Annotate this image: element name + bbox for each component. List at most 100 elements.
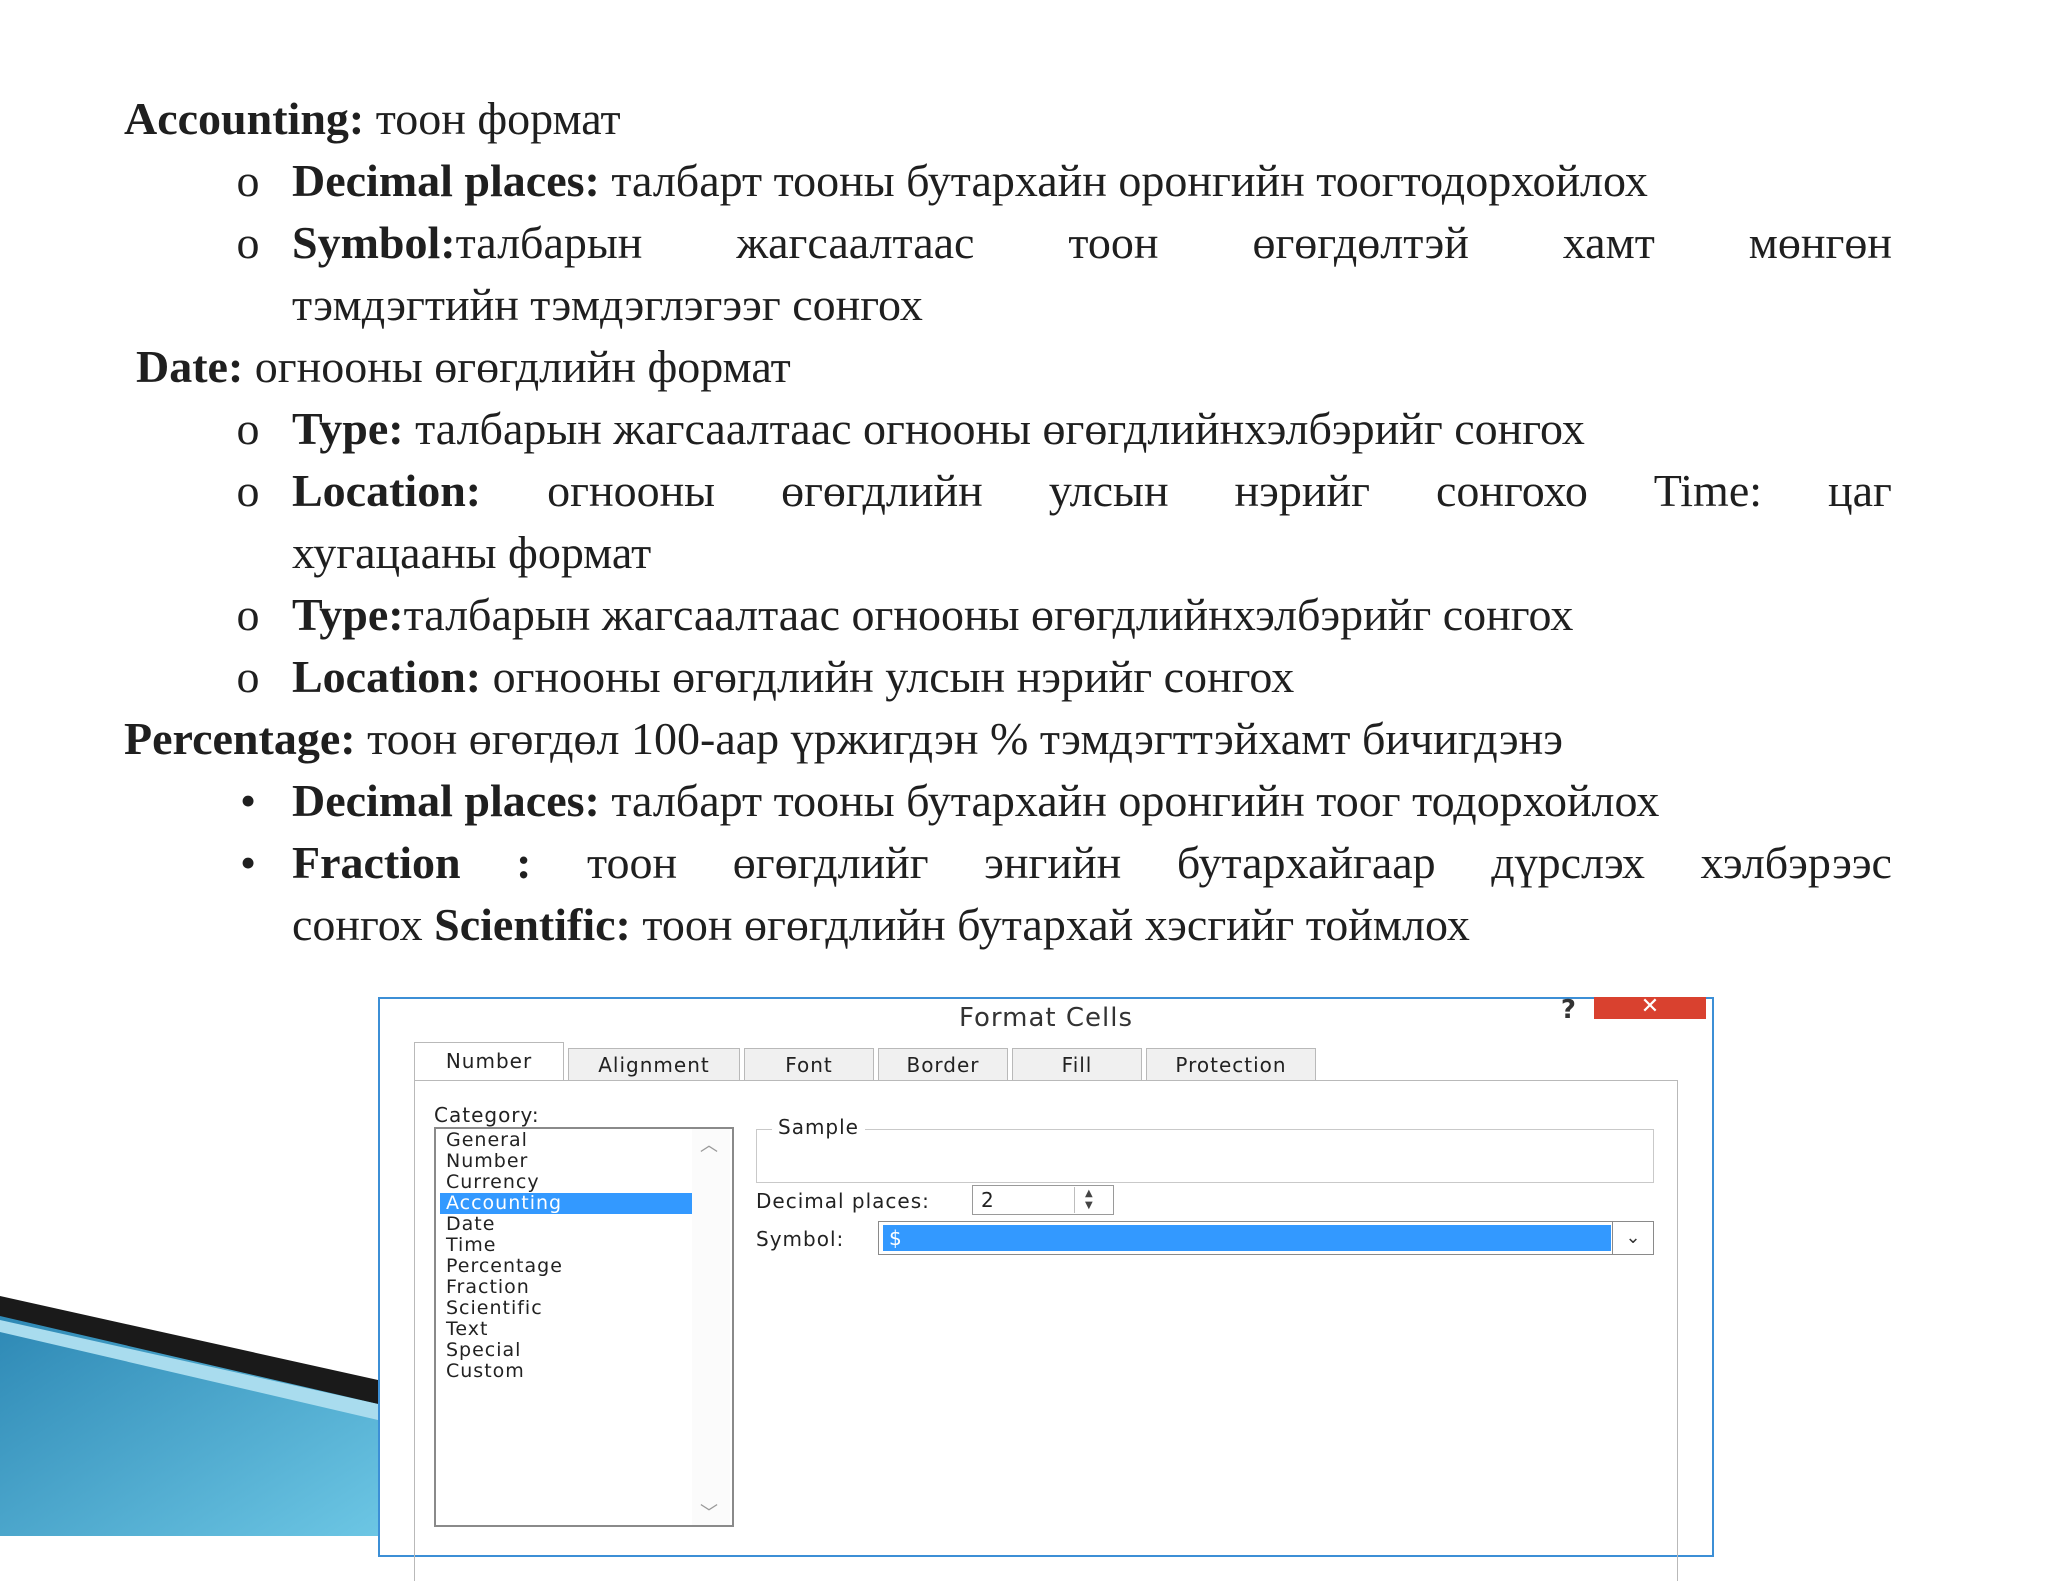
date-location-word: сонгохо [1435,465,1588,516]
pct-decimal-term: Decimal places: [292,775,600,826]
acc-symbol-word: талбарын [455,217,643,268]
acc-symbol-word: жагсаалтаас [736,217,975,268]
bullet-circle: o [236,651,260,702]
time-location-line: Location: огнооны өгөгдлийн улсын нэрийг… [292,646,1294,708]
tab-strip: Number Alignment Font Border Fill Protec… [414,1042,1320,1081]
close-button[interactable]: ✕ [1594,996,1706,1019]
help-button[interactable]: ? [1561,995,1576,1025]
acc-symbol-word: мөнгөн [1748,217,1892,268]
category-item[interactable]: Special [440,1340,692,1361]
category-label: Category: [434,1103,540,1127]
bullet-circle: o [236,155,260,206]
acc-symbol-word: тоон [1068,217,1159,268]
fraction-line: Fraction : тоон өгөгдлийг энгийн бутарха… [292,832,1892,894]
date-type-line: Type: талбарын жагсаалтаас огнооны өгөгд… [292,398,1585,460]
time-type-line: Type:талбарын жагсаалтаас огнооны өгөгдл… [292,584,1573,646]
time-location-term: Location: [292,651,482,702]
category-item[interactable]: Scientific [440,1298,692,1319]
bullet-circle: o [236,403,260,454]
percentage-desc: тоон өгөгдөл 100-аар үржигдэн % тэмдэгтт… [367,713,1563,764]
tab-font[interactable]: Font [744,1048,874,1081]
scientific-term: Scientific: [434,899,631,950]
format-cells-dialog: Format Cells ? ✕ Number Alignment Font B… [378,995,1714,1581]
accounting-desc: тоон формат [375,93,621,144]
symbol-label: Symbol: [756,1227,845,1251]
date-location-word: цаг [1828,465,1892,516]
tab-fill[interactable]: Fill [1012,1048,1142,1081]
fraction-word: энгийн [984,837,1122,888]
category-item[interactable]: Currency [440,1172,692,1193]
bullet-circle: o [236,589,260,640]
fraction-word: дүрслэх [1491,837,1645,888]
dialog-title: Format Cells [958,1003,1134,1033]
time-location-desc: огнооны өгөгдлийн улсын нэрийг сонгох [492,651,1295,702]
category-scrollbar[interactable]: ︿ ﹀ [692,1129,730,1525]
tab-protection[interactable]: Protection [1146,1048,1316,1081]
acc-decimal-term: Decimal places: [292,155,600,206]
pct-decimal-desc: талбарт тооны бутархайн оронгийн тоог то… [611,775,1660,826]
date-term: Date: [136,341,244,392]
fraction-word: хэлбэрээс [1700,837,1892,888]
decimal-places-label: Decimal places: [756,1189,930,1213]
acc-symbol-term: Symbol: [292,217,456,268]
date-location-word: нэрийг [1234,465,1370,516]
tab-alignment[interactable]: Alignment [568,1048,740,1081]
date-location-cont: хугацааны формат [292,527,652,578]
bullet-dot: • [239,837,257,888]
date-location-word: Time: [1653,465,1763,516]
chevron-down-icon[interactable]: ﹀ [700,1499,718,1525]
category-item[interactable]: Time [440,1235,692,1256]
category-item[interactable]: Fraction [440,1277,692,1298]
acc-symbol-word: хамт [1562,217,1655,268]
chevron-up-icon[interactable]: ︿ [700,1131,718,1157]
acc-decimal-desc: талбарт тооны бутархайн оронгийн тоогтод… [611,155,1648,206]
chevron-down-icon[interactable]: ⌄ [1612,1222,1653,1254]
date-location-word: өгөгдлийн [781,465,983,516]
decimal-places-spinner[interactable]: ▲ ▼ [1074,1187,1113,1213]
acc-symbol-line: Symbol:талбарын жагсаалтаас тоон өгөгдөл… [292,212,1892,274]
bullet-circle: o [236,217,260,268]
symbol-value: $ [883,1225,1611,1251]
bullet-dot: • [239,775,257,826]
date-desc: огнооны өгөгдлийн формат [254,341,791,392]
acc-decimal-line: Decimal places: талбарт тооны бутархайн … [292,150,1648,212]
category-item[interactable]: Custom [440,1361,692,1382]
symbol-dropdown[interactable]: $ ⌄ [878,1221,1654,1255]
fraction-word: : [516,837,532,888]
fraction-word: тоон [587,837,678,888]
category-item[interactable]: General [440,1130,692,1151]
scientific-desc: тоон өгөгдлийн бутархай хэсгийг тоймлох [642,899,1470,950]
date-location-term: Location: [292,465,482,516]
category-item[interactable]: Percentage [440,1256,692,1277]
dialog-titlebar[interactable]: Format Cells ? ✕ [380,995,1712,1037]
category-item[interactable]: Text [440,1319,692,1340]
tab-border[interactable]: Border [878,1048,1008,1081]
sample-label: Sample [772,1115,865,1139]
bullet-circle: o [236,465,260,516]
fraction-cont: сонгох [292,899,423,950]
date-type-desc: талбарын жагсаалтаас огнооны өгөгдлийнхэ… [415,403,1585,454]
accounting-term: Accounting: [124,93,365,144]
time-type-term: Type: [292,589,404,640]
acc-symbol-word: өгөгдөлтэй [1252,217,1469,268]
category-item[interactable]: Date [440,1214,692,1235]
fraction-term: Fraction [292,837,461,888]
spin-up-icon[interactable]: ▲ [1085,1189,1093,1199]
category-item[interactable]: Number [440,1151,692,1172]
acc-symbol-cont: тэмдэгтийн тэмдэглэгээг сонгох [292,279,923,330]
date-location-word: огнооны [547,465,716,516]
category-item[interactable]: Accounting [440,1193,692,1214]
pct-decimal-line: Decimal places: талбарт тооны бутархайн … [292,770,1659,832]
accounting-line: Accounting: тоон формат [124,88,621,150]
sample-box [756,1129,1654,1183]
spin-down-icon[interactable]: ▼ [1085,1201,1093,1211]
percentage-term: Percentage: [124,713,356,764]
tab-number[interactable]: Number [414,1042,564,1081]
date-line: Date: огнооны өгөгдлийн формат [136,336,791,398]
category-listbox[interactable]: General Number Currency Accounting Date Time P… [434,1127,734,1527]
time-type-desc: талбарын жагсаалтаас огнооны өгөгдлийнхэ… [403,589,1574,640]
date-location-word: улсын [1048,465,1169,516]
fraction-word: бутархайгаар [1176,837,1436,888]
percentage-line: Percentage: тоон өгөгдөл 100-аар үржигдэ… [124,708,1563,770]
date-type-term: Type: [292,403,404,454]
